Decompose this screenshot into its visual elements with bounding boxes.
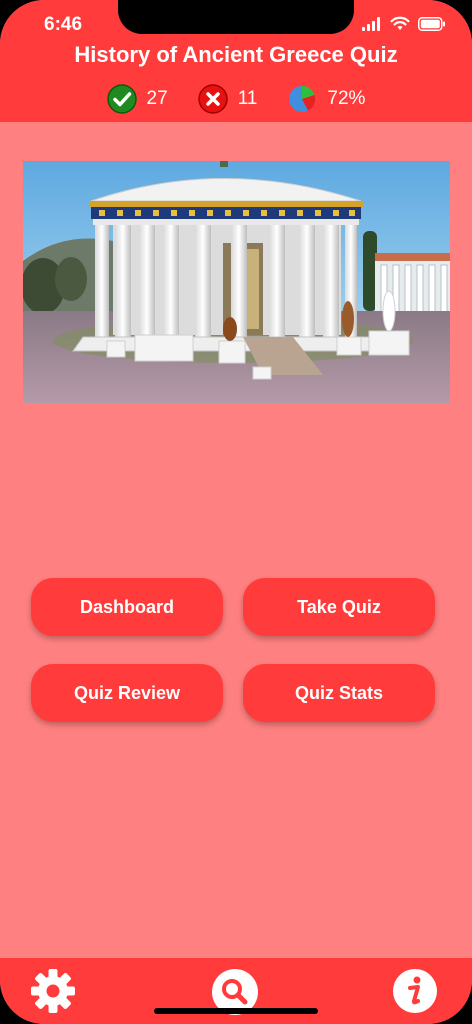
battery-icon [418,16,445,31]
checkmark-icon [106,84,137,114]
score-stat: 72% [287,84,365,114]
cross-icon [197,84,228,114]
app-screen: 6:46 History of Ancient Greece Quiz 27 1… [0,0,472,1024]
status-icons [362,16,446,31]
gear-icon[interactable] [30,968,76,1014]
dashboard-button[interactable]: Dashboard [31,578,223,636]
device-notch [118,0,354,34]
correct-stat: 27 [106,84,168,114]
quiz-review-button[interactable]: Quiz Review [31,664,223,722]
quiz-stats-button[interactable]: Quiz Stats [243,664,435,722]
page-title: History of Ancient Greece Quiz [74,42,398,67]
incorrect-count: 11 [237,88,258,109]
status-time: 6:46 [44,14,83,35]
temple-image [23,161,450,403]
wifi-icon [390,16,410,30]
signal-icon [362,16,380,31]
header-bar: 6:46 History of Ancient Greece Quiz 27 1… [0,0,472,122]
incorrect-stat: 11 [197,84,258,114]
bottom-bar [0,958,472,1024]
score-stats: 27 11 72% [0,84,472,114]
correct-count: 27 [146,88,168,109]
score-percent: 72% [327,88,366,109]
home-indicator[interactable] [154,1008,318,1014]
info-icon[interactable] [392,968,438,1014]
pie-chart-icon [289,85,316,112]
take-quiz-button[interactable]: Take Quiz [243,578,435,636]
